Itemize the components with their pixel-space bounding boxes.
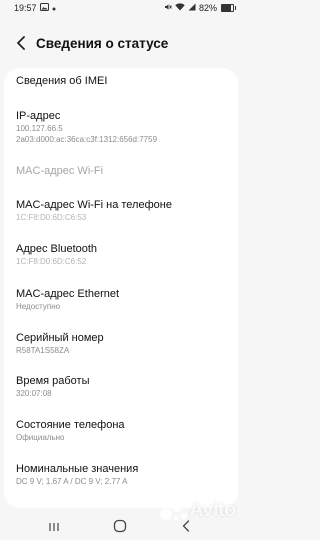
list-item-wifi-mac-phone: MAC-адрес Wi-Fi на телефоне 1C:F8:D0:6D:…: [16, 198, 230, 223]
list-item-bluetooth-address: Адрес Bluetooth 1C:F8:D0:6D:C6:52: [16, 242, 230, 267]
navigation-bar: [0, 514, 242, 540]
list-item-title: IP-адрес: [16, 110, 61, 122]
screen: 19:57 82% Сведения о статусе Сведения об…: [0, 0, 242, 540]
list-item-title: MAC-адрес Wi-Fi: [16, 165, 104, 177]
list-item-uptime: Время работы 320:07:08: [16, 374, 230, 399]
list-item-wifi-mac: MAC-адрес Wi-Fi: [16, 164, 230, 178]
signal-icon: [188, 3, 196, 13]
home-button[interactable]: [110, 518, 130, 538]
list-item-title: Время работы: [16, 375, 90, 387]
battery-percent: 82%: [198, 3, 217, 13]
list-item-value: 2a03:d000:ac:36ca:c3f:1312:656d:7759: [16, 135, 158, 144]
list-item-ip-address: IP-адрес 100.127.66.5 2a03:d000:ac:36ca:…: [16, 109, 230, 145]
list-item-rated-values: Номинальные значения DC 9 V; 1.67 A / DC…: [16, 462, 230, 487]
list-item-value: 320:07:08: [16, 389, 52, 398]
list-item-value: 1C:F8:D0:6D:C6:52: [16, 257, 87, 266]
image-icon: [39, 3, 49, 13]
list-item-value: Недоступно: [16, 302, 61, 311]
status-list-card: Сведения об IMEI IP-адрес 100.127.66.5 2…: [4, 68, 238, 508]
nav-back-button[interactable]: [176, 518, 196, 538]
chevron-left-icon: [16, 35, 26, 55]
status-time: 19:57: [14, 3, 37, 13]
list-item-value: 100.127.66.5: [16, 124, 63, 133]
list-item-imei-info[interactable]: Сведения об IMEI: [16, 74, 230, 88]
list-item-title: Адрес Bluetooth: [16, 243, 98, 255]
home-icon: [113, 519, 127, 538]
list-item-ethernet-mac: MAC-адрес Ethernet Недоступно: [16, 287, 230, 312]
recents-icon: [48, 519, 60, 537]
page-title: Сведения о статусе: [36, 36, 169, 51]
list-item-title: Сведения об IMEI: [16, 75, 108, 87]
header: Сведения о статусе: [0, 28, 242, 64]
battery-fill: [222, 5, 232, 11]
mute-icon: [164, 3, 172, 13]
list-item-serial-number: Серийный номер R58TA1S58ZA: [16, 331, 230, 356]
list-item-phone-status[interactable]: Состояние телефона Официально: [16, 418, 230, 443]
back-icon: [181, 519, 191, 537]
list-item-value: DC 9 V; 1.67 A / DC 9 V; 2.77 A: [16, 477, 128, 486]
list-item-title: Номинальные значения: [16, 463, 139, 475]
list-item-title: MAC-адрес Ethernet: [16, 288, 120, 300]
list-item-title: MAC-адрес Wi-Fi на телефоне: [16, 199, 172, 211]
battery-icon: [221, 4, 236, 12]
notification-dot-icon: [52, 3, 56, 13]
status-right: 82%: [164, 3, 236, 13]
status-left: 19:57: [14, 3, 56, 13]
list-item-value: 1C:F8:D0:6D:C6:53: [16, 213, 87, 222]
list-item-value: R58TA1S58ZA: [16, 346, 70, 355]
list-item-value: Официально: [16, 433, 65, 442]
wifi-icon: [175, 3, 185, 13]
list-item-title: Серийный номер: [16, 332, 104, 344]
recents-button[interactable]: [44, 518, 64, 538]
back-button[interactable]: [10, 34, 32, 56]
list-item-title: Состояние телефона: [16, 419, 125, 431]
status-bar: 19:57 82%: [0, 0, 242, 18]
